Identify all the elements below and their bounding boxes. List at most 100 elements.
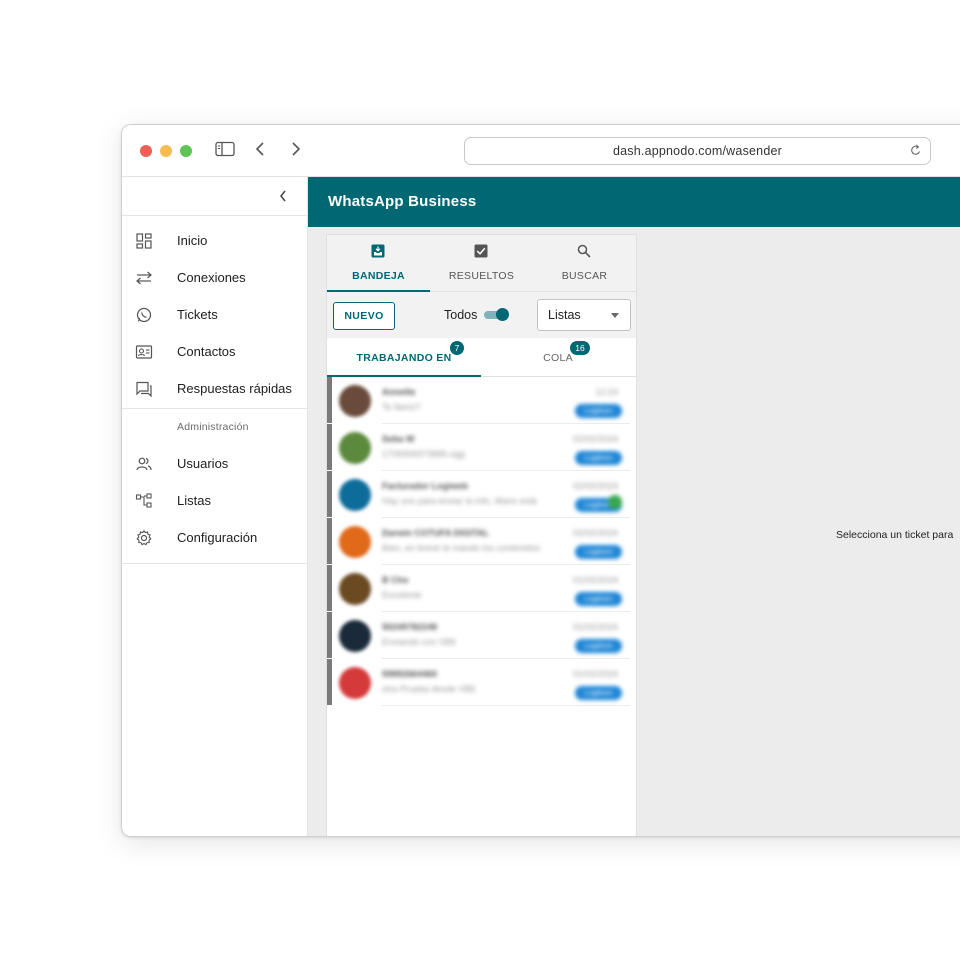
dashboard-icon <box>135 232 153 250</box>
back-icon[interactable] <box>254 141 266 162</box>
ticket-row[interactable]: 59892664460 01/02/2024 otra Prueba desde… <box>327 659 636 706</box>
ticket-name: Annette <box>382 387 416 397</box>
ticket-time: 02/02/2024 <box>572 481 618 491</box>
sidebar-item-configuracion[interactable]: Configuración <box>122 519 307 556</box>
swap-icon <box>135 269 153 287</box>
tab-bandeja[interactable]: BANDEJA <box>327 235 430 292</box>
app-bar: WhatsApp Business <box>308 177 960 227</box>
todos-label: Todos <box>444 308 478 322</box>
contact-card-icon <box>135 343 153 361</box>
address-bar[interactable]: dash.appnodo.com/wasender <box>464 137 931 165</box>
ticket-name: Darwin COTUFA DIGITAL <box>382 528 489 538</box>
ticket-tag: Logikom <box>575 686 622 700</box>
tab-label: BANDEJA <box>352 270 405 282</box>
whatsapp-icon <box>135 306 153 324</box>
sidebar-item-label: Configuración <box>177 530 258 545</box>
ticket-tag: Logikom <box>575 592 622 606</box>
sidebar-section-header: Administración <box>122 409 307 445</box>
todos-toggle[interactable] <box>484 308 509 321</box>
sidebar-item-listas[interactable]: Listas <box>122 482 307 519</box>
maximize-window-button[interactable] <box>180 145 192 157</box>
toggle-thumb <box>496 308 509 321</box>
sidebar-item-label: Conexiones <box>177 270 246 285</box>
ticket-time: 02/02/2024 <box>572 528 618 538</box>
avatar <box>339 620 371 652</box>
ticket-status-bar <box>327 612 332 658</box>
sidebar-item-respuestas-rapidas[interactable]: Respuestas rápidas <box>122 370 307 407</box>
sidebar-item-inicio[interactable]: Inicio <box>122 222 307 259</box>
subtab-label: COLA <box>543 352 573 364</box>
ticket-last-message: Enviando con VB6 <box>382 637 457 647</box>
ticket-time: 02/02/2024 <box>572 434 618 444</box>
sidebar-admin-nav: Administración Usuarios Listas Configura… <box>122 409 307 564</box>
close-window-button[interactable] <box>140 145 152 157</box>
ticket-name: 59892664460 <box>382 669 438 679</box>
sidebar-item-label: Respuestas rápidas <box>177 381 292 396</box>
new-ticket-button[interactable]: NUEVO <box>333 302 395 330</box>
avatar <box>339 526 371 558</box>
count-badge: 16 <box>570 341 590 355</box>
avatar <box>339 432 371 464</box>
ticket-row[interactable]: Darwin COTUFA DIGITAL 02/02/2024 Bien, e… <box>327 518 636 565</box>
tab-label: BUSCAR <box>561 270 608 282</box>
sidebar-item-label: Tickets <box>177 307 218 322</box>
sidebar-item-contactos[interactable]: Contactos <box>122 333 307 370</box>
tab-cola[interactable]: COLA 16 <box>481 338 635 376</box>
ticket-name: Facturador Logiweb <box>382 481 469 491</box>
page-title: WhatsApp Business <box>328 193 477 210</box>
gear-icon <box>135 529 153 547</box>
ticket-last-message: Bien, en breve te mando los contenidos <box>382 543 541 553</box>
sidebar-item-tickets[interactable]: Tickets <box>122 296 307 333</box>
listas-select-value: Listas <box>548 308 581 322</box>
tab-label: RESUELTOS <box>448 270 515 282</box>
ticket-tag: Logikom <box>575 404 622 418</box>
queue-tabs: TRABAJANDO EN 7 COLA 16 <box>327 338 636 377</box>
sidebar-main-nav: Inicio Conexiones Tickets Contactos Resp… <box>122 216 307 409</box>
quick-reply-icon <box>135 380 153 398</box>
tickets-panel: BANDEJA RESUELTOS BUSCAR NUEVO Todos Lis… <box>326 234 637 836</box>
ticket-last-message: Excelente <box>382 590 422 600</box>
tab-trabajando-en[interactable]: TRABAJANDO EN 7 <box>327 338 481 377</box>
ticket-tag: Logikom <box>575 639 622 653</box>
chevron-left-icon[interactable] <box>279 189 287 207</box>
sidebar-toggle-icon[interactable] <box>215 141 235 162</box>
forward-icon[interactable] <box>290 141 302 162</box>
sidebar-item-conexiones[interactable]: Conexiones <box>122 259 307 296</box>
sidebar: Inicio Conexiones Tickets Contactos Resp… <box>122 177 308 836</box>
unread-badge <box>608 495 622 509</box>
ticket-last-message: Te llamo? <box>382 402 421 412</box>
sidebar-header <box>122 177 307 216</box>
ticket-time: 12:24 <box>595 387 618 397</box>
avatar <box>339 479 371 511</box>
ticket-time: 01/02/2024 <box>572 575 618 585</box>
ticket-time: 01/02/2024 <box>572 622 618 632</box>
ticket-tag: Logikom <box>575 545 622 559</box>
sidebar-item-label: Inicio <box>177 233 208 248</box>
avatar <box>339 573 371 605</box>
avatar <box>339 385 371 417</box>
sidebar-item-usuarios[interactable]: Usuarios <box>122 445 307 482</box>
tab-buscar[interactable]: BUSCAR <box>533 235 636 291</box>
ticket-row[interactable]: 50249782248 01/02/2024 Enviando con VB6 … <box>327 612 636 659</box>
sidebar-section-label: Administración <box>177 421 249 433</box>
dropdown-arrow-icon <box>611 313 619 318</box>
main-content: WhatsApp Business BANDEJA RESUELTOS BUSC… <box>308 177 960 836</box>
ticket-row[interactable]: B Cho 01/02/2024 Excelente Logikom <box>327 565 636 612</box>
ticket-status-bar <box>327 377 332 423</box>
ticket-last-message: 1706906973886.ogg <box>382 449 465 459</box>
listas-select[interactable]: Listas <box>537 299 631 331</box>
minimize-window-button[interactable] <box>160 145 172 157</box>
ticket-status-bar <box>327 518 332 564</box>
ticket-row[interactable]: Seba W 02/02/2024 1706906973886.ogg Logi… <box>327 424 636 471</box>
ticket-name: Seba W <box>382 434 415 444</box>
ticket-row[interactable]: Facturador Logiweb 02/02/2024 Hay uno pa… <box>327 471 636 518</box>
tree-icon <box>135 492 153 510</box>
ticket-toolbar: NUEVO Todos Listas <box>327 292 636 338</box>
search-icon <box>577 244 591 263</box>
sidebar-item-label: Listas <box>177 493 211 508</box>
ticket-name: B Cho <box>382 575 409 585</box>
users-icon <box>135 455 153 473</box>
reload-icon[interactable] <box>910 143 922 160</box>
tab-resueltos[interactable]: RESUELTOS <box>430 235 533 291</box>
ticket-row[interactable]: Annette 12:24 Te llamo? Logikom <box>327 377 636 424</box>
